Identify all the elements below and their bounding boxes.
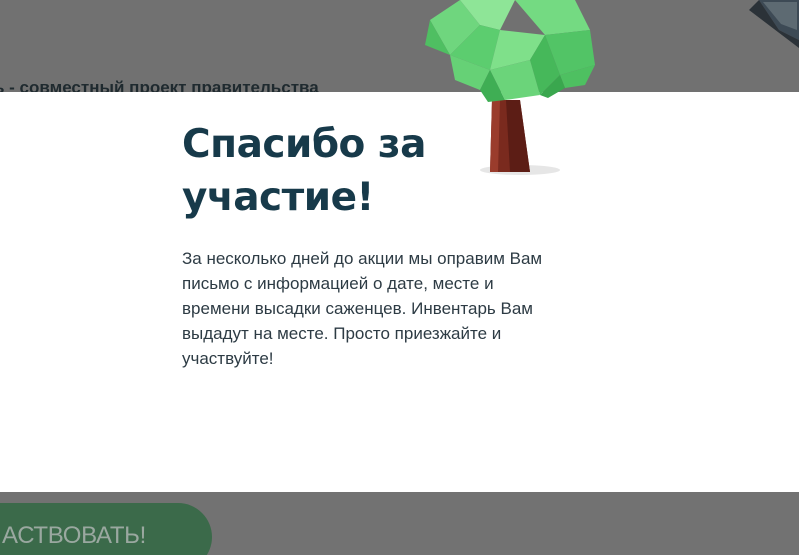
modal-title-line: Спасибо за [182,122,426,167]
modal-message: За несколько дней до акции мы оправим Ва… [182,246,582,371]
modal-message-line: выдадут на месте. Просто приезжайте и [182,324,502,343]
modal-message-line: времени высадки саженцев. Инвентарь Вам [182,299,533,318]
modal-message-line: участвуйте! [182,349,274,368]
modal-title-line: участие! [182,175,374,220]
laptop-icon [749,0,799,48]
tree-icon [425,0,595,175]
participate-button[interactable]: АСТВОВАТЬ! [0,503,212,555]
modal-message-line: За несколько дней до акции мы оправим Ва… [182,249,543,268]
page: ь - совместный проект правительства АСТВ… [0,0,799,555]
modal-message-line: письмо с информацией о дате, месте и [182,274,494,293]
